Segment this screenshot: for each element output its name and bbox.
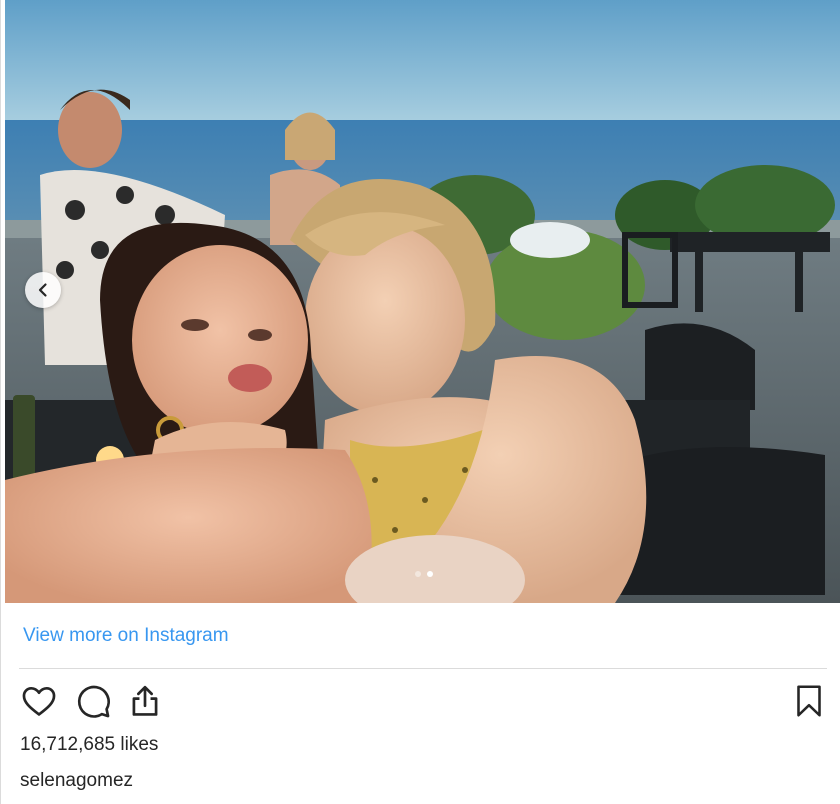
carousel-prev-button[interactable]: [25, 272, 61, 308]
comment-button[interactable]: [73, 681, 113, 721]
share-button[interactable]: [125, 681, 165, 721]
author-username[interactable]: selenagomez: [20, 770, 133, 792]
like-button[interactable]: [19, 681, 59, 721]
divider: [19, 668, 827, 669]
post-photo[interactable]: [5, 0, 840, 603]
share-icon: [132, 685, 158, 716]
comment-icon: [77, 685, 110, 718]
photo-image: [5, 0, 840, 603]
carousel-indicator: [415, 571, 433, 577]
save-button[interactable]: [789, 681, 829, 721]
carousel-dot-active: [427, 571, 433, 577]
carousel-dot: [415, 571, 421, 577]
heart-icon: [22, 686, 56, 716]
view-more-link[interactable]: View more on Instagram: [23, 625, 229, 647]
instagram-embed: View more on Instagram 16,712,685 likes …: [0, 0, 840, 804]
chevron-left-icon: [38, 283, 47, 297]
action-bar: [19, 681, 827, 721]
likes-count: 16,712,685 likes: [20, 734, 159, 755]
bookmark-icon: [797, 685, 821, 717]
